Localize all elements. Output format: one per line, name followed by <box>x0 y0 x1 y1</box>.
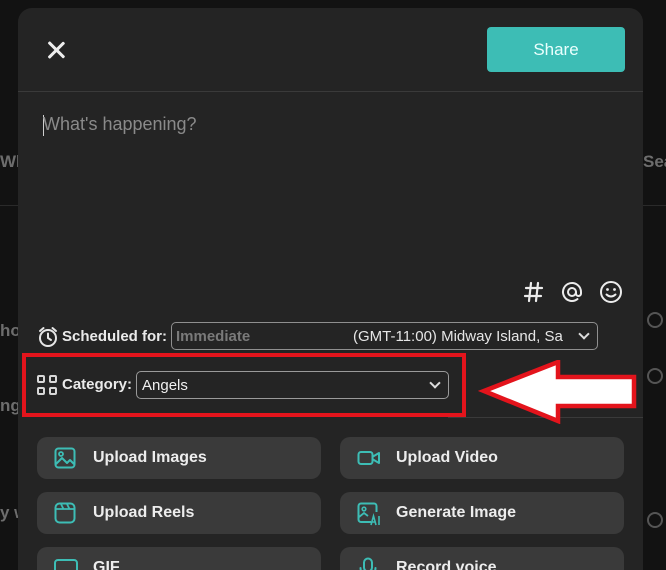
gif-button[interactable]: GIF <box>37 547 321 570</box>
upload-video-label: Upload Video <box>396 449 498 466</box>
schedule-field[interactable]: Immediate (GMT-11:00) Midway Island, Sa <box>171 322 598 350</box>
gif-label: GIF <box>93 559 120 570</box>
share-button[interactable]: Share <box>487 27 625 72</box>
bg-circle-icon <box>647 512 663 528</box>
upload-reels-button[interactable]: Upload Reels <box>37 492 321 534</box>
timezone-select[interactable]: (GMT-11:00) Midway Island, Sa <box>353 328 575 345</box>
record-voice-label: Record voice <box>396 559 497 570</box>
generate-image-button[interactable]: Generate Image <box>340 492 624 534</box>
chevron-down-icon <box>578 328 590 340</box>
bg-circle-icon <box>647 312 663 328</box>
annotation-arrow <box>478 360 637 424</box>
image-icon <box>54 447 76 469</box>
alarm-clock-icon <box>37 326 59 348</box>
compose-modal: Share What's happening? Scheduled for: I… <box>18 8 643 570</box>
compose-input[interactable]: What's happening? <box>43 114 197 135</box>
upload-images-label: Upload Images <box>93 449 207 466</box>
category-highlight-box <box>22 353 466 417</box>
video-icon <box>357 447 380 469</box>
ai-image-icon <box>357 502 380 526</box>
upload-video-button[interactable]: Upload Video <box>340 437 624 479</box>
upload-images-button[interactable]: Upload Images <box>37 437 321 479</box>
bg-divider <box>0 205 18 206</box>
bg-divider <box>643 205 666 206</box>
reels-icon <box>54 502 76 524</box>
record-voice-button[interactable]: Record voice <box>340 547 624 570</box>
emoji-icon[interactable] <box>598 279 624 305</box>
generate-image-label: Generate Image <box>396 504 517 521</box>
schedule-input[interactable]: Immediate <box>176 328 250 345</box>
bg-circle-icon <box>647 368 663 384</box>
microphone-icon <box>357 557 379 570</box>
hashtag-icon[interactable] <box>521 279 547 305</box>
header-divider <box>18 91 643 92</box>
bg-fragment: Sea <box>643 152 666 171</box>
close-icon[interactable] <box>44 38 68 62</box>
gif-icon <box>54 557 78 570</box>
at-icon[interactable] <box>559 279 585 305</box>
upload-reels-label: Upload Reels <box>93 504 195 521</box>
schedule-label: Scheduled for: <box>62 328 168 345</box>
